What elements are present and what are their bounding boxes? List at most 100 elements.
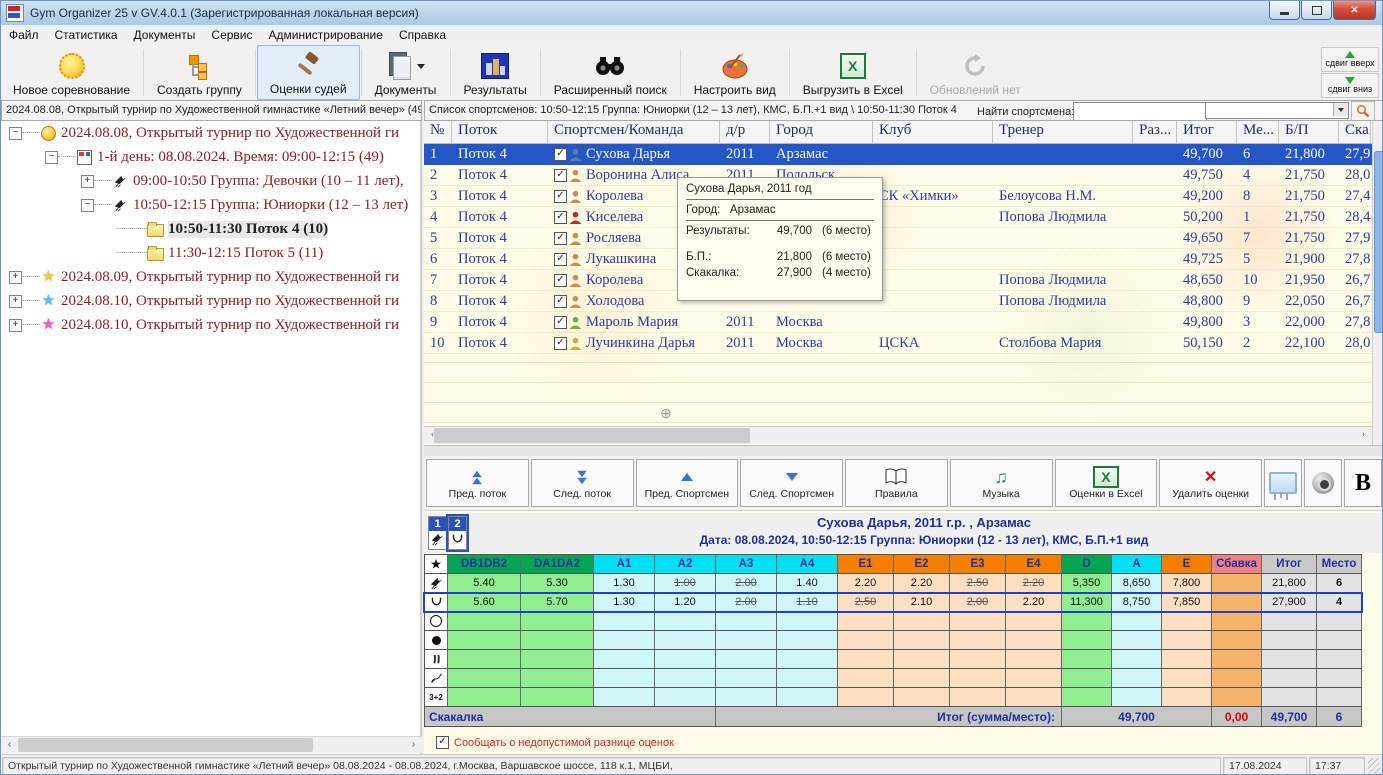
- athlete-checkbox[interactable]: ✓: [554, 169, 567, 182]
- score-cell[interactable]: [838, 650, 894, 669]
- score-cell[interactable]: [1006, 650, 1062, 669]
- column-header-6[interactable]: Тренер: [993, 121, 1133, 143]
- score-cell[interactable]: 11,300: [1062, 593, 1112, 612]
- score-cell[interactable]: [894, 669, 950, 688]
- score-cell[interactable]: [950, 688, 1006, 707]
- apparatus-tab-1[interactable]: 1: [428, 516, 447, 550]
- score-cell[interactable]: [655, 631, 716, 650]
- column-header-1[interactable]: Поток: [452, 121, 548, 143]
- score-cell[interactable]: 8,650: [1112, 574, 1162, 593]
- score-cell[interactable]: [594, 631, 655, 650]
- new-competition-button[interactable]: Новое соревнование: [1, 45, 142, 100]
- score-cell[interactable]: 5.40: [448, 574, 521, 593]
- score-cell[interactable]: 1.30: [594, 593, 655, 612]
- score-cell[interactable]: 5,350: [1062, 574, 1112, 593]
- athlete-checkbox[interactable]: ✓: [554, 232, 567, 245]
- score-cell[interactable]: [777, 669, 838, 688]
- score-cell[interactable]: 2.20: [1006, 574, 1062, 593]
- camera-button[interactable]: [1304, 459, 1342, 507]
- score-cell[interactable]: [594, 688, 655, 707]
- score-cell[interactable]: [1317, 688, 1362, 707]
- athlete-checkbox[interactable]: ✓: [554, 253, 567, 266]
- score-cell[interactable]: [1162, 669, 1212, 688]
- score-cell[interactable]: [1112, 669, 1162, 688]
- athlete-row[interactable]: 3Поток 4✓КоролеваСК «Химки»Белоусова Н.М…: [424, 186, 1372, 207]
- close-button[interactable]: ✕: [1333, 1, 1376, 20]
- menu-Администрирование[interactable]: Администрирование: [261, 26, 391, 44]
- score-cell[interactable]: [1006, 612, 1062, 631]
- shift-up-button[interactable]: сдвиг вверх: [1321, 47, 1379, 72]
- score-cell[interactable]: [1262, 669, 1317, 688]
- menu-Документы[interactable]: Документы: [126, 26, 204, 44]
- score-cell[interactable]: 21,800: [1262, 574, 1317, 593]
- search-combobox[interactable]: [1205, 102, 1349, 119]
- scrollbar-thumb[interactable]: [18, 738, 313, 752]
- athlete-checkbox[interactable]: ✓: [554, 190, 567, 203]
- expand-icon[interactable]: +: [81, 175, 94, 188]
- score-cell[interactable]: [1212, 593, 1262, 612]
- column-header-10[interactable]: Б/П: [1279, 121, 1339, 143]
- athlete-row[interactable]: 2Поток 4✓Воронина Алиса2011Подольск49,75…: [424, 165, 1372, 186]
- score-cell[interactable]: 5.60: [448, 593, 521, 612]
- athlete-row[interactable]: 7Поток 4✓КоролеваПопова Людмила48,650102…: [424, 270, 1372, 291]
- menu-Статистика[interactable]: Статистика: [47, 26, 126, 44]
- chevron-down-icon[interactable]: [1333, 103, 1348, 116]
- score-cell[interactable]: [1262, 631, 1317, 650]
- menu-Сервис[interactable]: Сервис: [203, 26, 260, 44]
- score-cell[interactable]: 5.70: [521, 593, 594, 612]
- score-cell[interactable]: [1262, 688, 1317, 707]
- scrollbar-thumb[interactable]: [434, 428, 750, 443]
- score-cell[interactable]: [521, 688, 594, 707]
- column-header-7[interactable]: Раз...: [1133, 121, 1177, 143]
- athlete-checkbox[interactable]: ✓: [554, 211, 567, 224]
- scrollbar-thumb[interactable]: [1374, 151, 1383, 333]
- athlete-row[interactable]: 9Поток 4✓Мароль Мария2011Москва49,800322…: [424, 312, 1372, 333]
- excel-button[interactable]: XОценки в Excel: [1055, 459, 1158, 507]
- judge-scores-button[interactable]: Оценки судей: [257, 45, 360, 100]
- score-cell[interactable]: [838, 669, 894, 688]
- score-cell[interactable]: [1212, 688, 1262, 707]
- score-cell[interactable]: [950, 669, 1006, 688]
- prev-athlete-button[interactable]: Пред. Спортсмен: [636, 459, 739, 507]
- collapse-icon[interactable]: −: [81, 199, 94, 212]
- search-button[interactable]: [1351, 101, 1375, 121]
- score-cell[interactable]: 2.50: [950, 574, 1006, 593]
- advanced-search-button[interactable]: Расширенный поиск: [542, 45, 679, 100]
- score-cell[interactable]: [716, 669, 777, 688]
- athlete-row[interactable]: 5Поток 4✓Росляева49,650721,75027,9: [424, 228, 1372, 249]
- score-cell[interactable]: [894, 631, 950, 650]
- expand-icon[interactable]: +: [9, 271, 22, 284]
- scroll-left-icon[interactable]: ‹: [2, 738, 17, 752]
- score-cell[interactable]: [950, 650, 1006, 669]
- score-cell[interactable]: [521, 631, 594, 650]
- search-input[interactable]: [1073, 102, 1207, 121]
- score-cell[interactable]: [448, 612, 521, 631]
- score-cell[interactable]: 6: [1317, 574, 1362, 593]
- score-cell[interactable]: [594, 650, 655, 669]
- tree-node[interactable]: −1-й день: 08.08.2024. Время: 09:00-12:1…: [1, 145, 420, 169]
- tree-node[interactable]: −10:50-12:15 Группа: Юниорки (12 – 13 ле…: [1, 193, 420, 217]
- score-cell[interactable]: 2.50: [838, 593, 894, 612]
- score-cell[interactable]: [1212, 612, 1262, 631]
- delete-scores-button[interactable]: ✕Удалить оценки: [1159, 459, 1262, 507]
- score-cell[interactable]: 2.20: [894, 574, 950, 593]
- score-cell[interactable]: [1062, 631, 1112, 650]
- score-cell[interactable]: [777, 612, 838, 631]
- score-cell[interactable]: [838, 612, 894, 631]
- column-header-2[interactable]: Спортсмен/Команда: [548, 121, 720, 143]
- score-cell[interactable]: 1.40: [777, 574, 838, 593]
- score-cell[interactable]: [1317, 631, 1362, 650]
- tree-node[interactable]: −2024.08.08, Открытый турнир по Художест…: [1, 121, 420, 145]
- tree-node[interactable]: 11:30-12:15 Поток 5 (11): [1, 241, 420, 265]
- score-cell[interactable]: [777, 650, 838, 669]
- score-cell[interactable]: 2.20: [838, 574, 894, 593]
- score-cell[interactable]: [594, 612, 655, 631]
- score-cell[interactable]: 2.10: [894, 593, 950, 612]
- score-row-ball[interactable]: [424, 631, 1362, 650]
- score-cell[interactable]: [1112, 688, 1162, 707]
- expand-icon[interactable]: +: [9, 319, 22, 332]
- athlete-checkbox[interactable]: ✓: [554, 148, 567, 161]
- athlete-checkbox[interactable]: ✓: [554, 316, 567, 329]
- configure-view-button[interactable]: Настроить вид: [682, 45, 788, 100]
- athlete-row[interactable]: 8Поток 4✓ХолодоваПопова Людмила48,800922…: [424, 291, 1372, 312]
